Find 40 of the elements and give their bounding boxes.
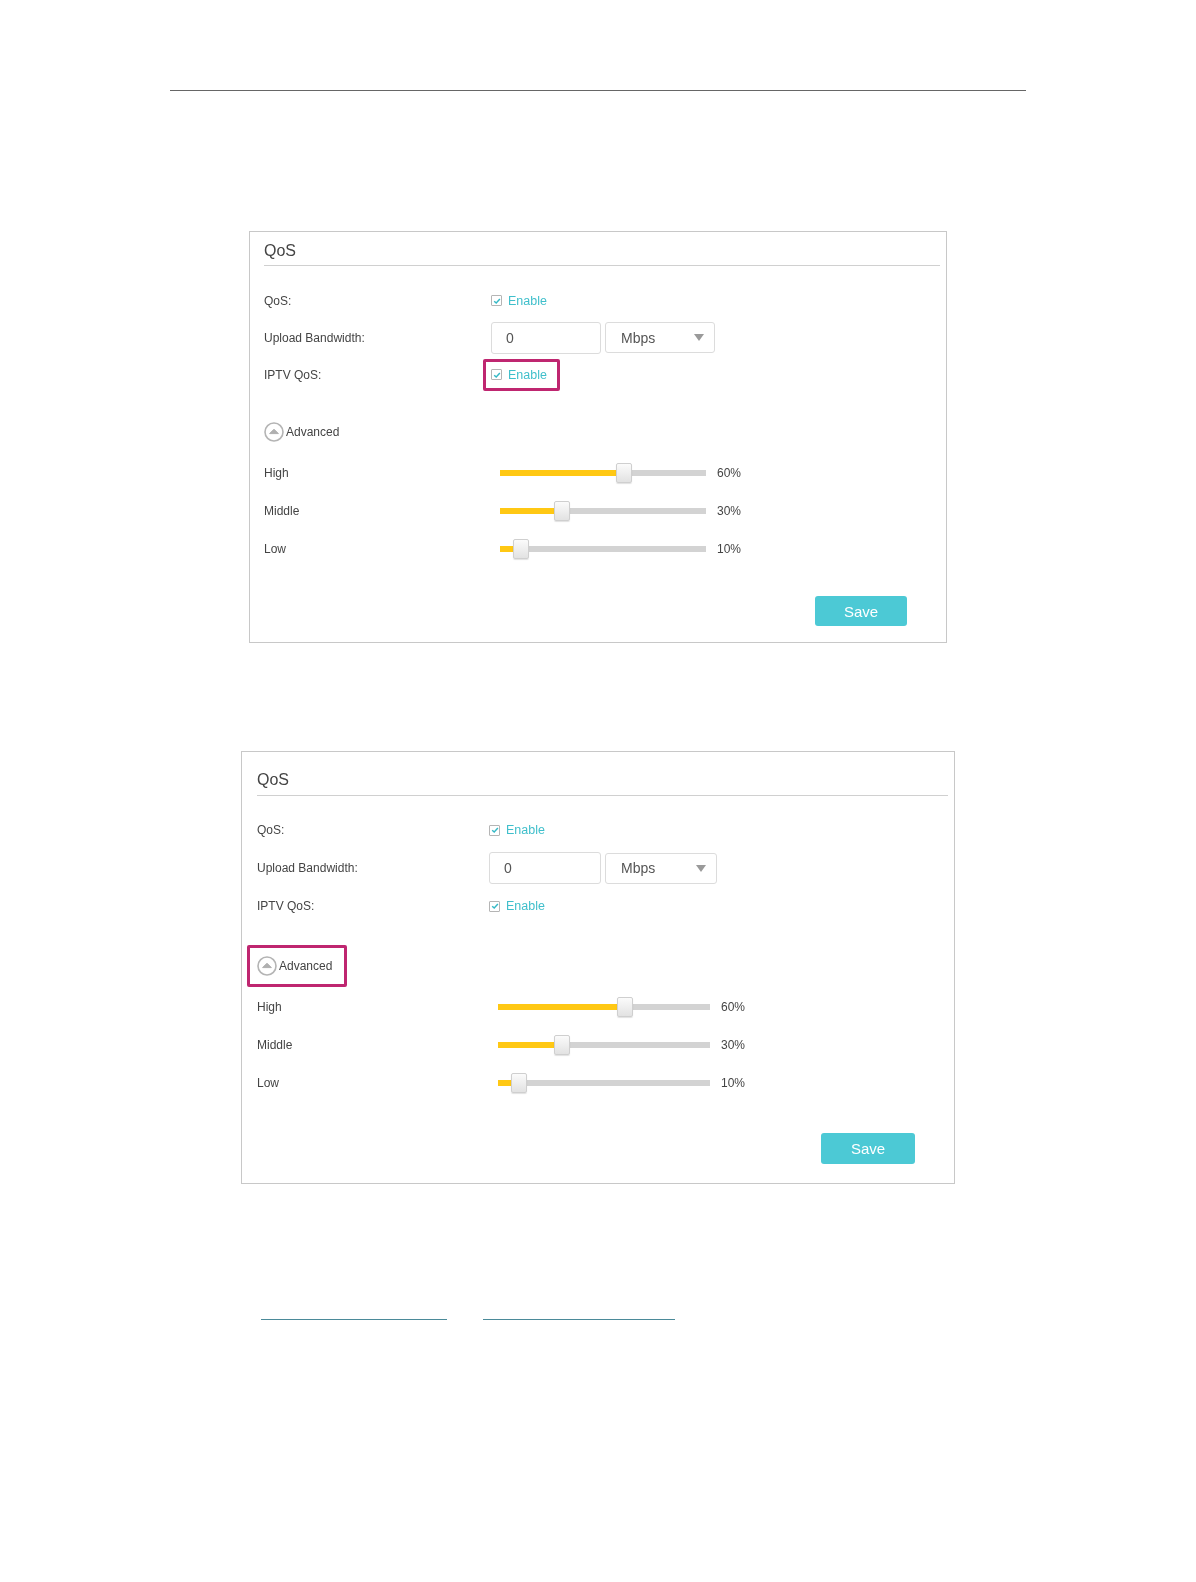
slider-reading: 10% xyxy=(717,542,742,556)
slider-reading: 30% xyxy=(717,504,742,518)
bandwidth-input[interactable]: 0 xyxy=(491,321,601,354)
advanced-toggle[interactable]: Advanced xyxy=(264,421,340,443)
advanced-toggle[interactable]: Advanced xyxy=(257,955,333,977)
unit-dropdown[interactable]: Mbps xyxy=(605,322,715,353)
field-label: IPTV QoS: xyxy=(257,899,315,913)
field-label: IPTV QoS: xyxy=(264,367,322,382)
slider-thumb[interactable] xyxy=(511,1073,528,1093)
panel-title: QoS xyxy=(257,770,290,790)
field-label: Upload Bandwidth: xyxy=(257,861,358,875)
bandwidth-input[interactable]: 0 xyxy=(489,852,601,884)
priority-label: Low xyxy=(257,1076,279,1090)
caret-icon xyxy=(696,864,706,872)
slider-thumb[interactable] xyxy=(615,463,632,483)
slider-reading: 60% xyxy=(717,466,742,480)
checkbox[interactable] xyxy=(491,369,502,380)
unit-dropdown[interactable]: Mbps xyxy=(605,852,717,884)
priority-label: Middle xyxy=(264,504,300,518)
slider-reading: 30% xyxy=(721,1038,746,1052)
slider-reading: 10% xyxy=(721,1076,746,1090)
priority-label: Middle xyxy=(257,1038,293,1052)
checkbox[interactable] xyxy=(491,295,502,306)
field-label: QoS: xyxy=(257,823,285,837)
slider-thumb[interactable] xyxy=(617,997,634,1017)
slider-thumb[interactable] xyxy=(553,1035,570,1055)
slider-reading: 60% xyxy=(721,1000,746,1014)
panel-title: QoS xyxy=(264,241,297,261)
field-label: QoS: xyxy=(264,293,292,308)
priority-label: Low xyxy=(264,542,286,556)
chevron-up-circle-icon xyxy=(257,956,277,976)
priority-label: High xyxy=(264,466,289,480)
caret-icon xyxy=(694,334,704,341)
checkbox[interactable] xyxy=(489,824,500,836)
priority-label: High xyxy=(257,1000,282,1014)
slider-thumb[interactable] xyxy=(512,539,529,559)
field-label: Upload Bandwidth: xyxy=(264,330,365,345)
slider-thumb[interactable] xyxy=(553,501,570,521)
chevron-up-circle-icon xyxy=(264,422,284,442)
checkbox[interactable] xyxy=(489,900,500,912)
